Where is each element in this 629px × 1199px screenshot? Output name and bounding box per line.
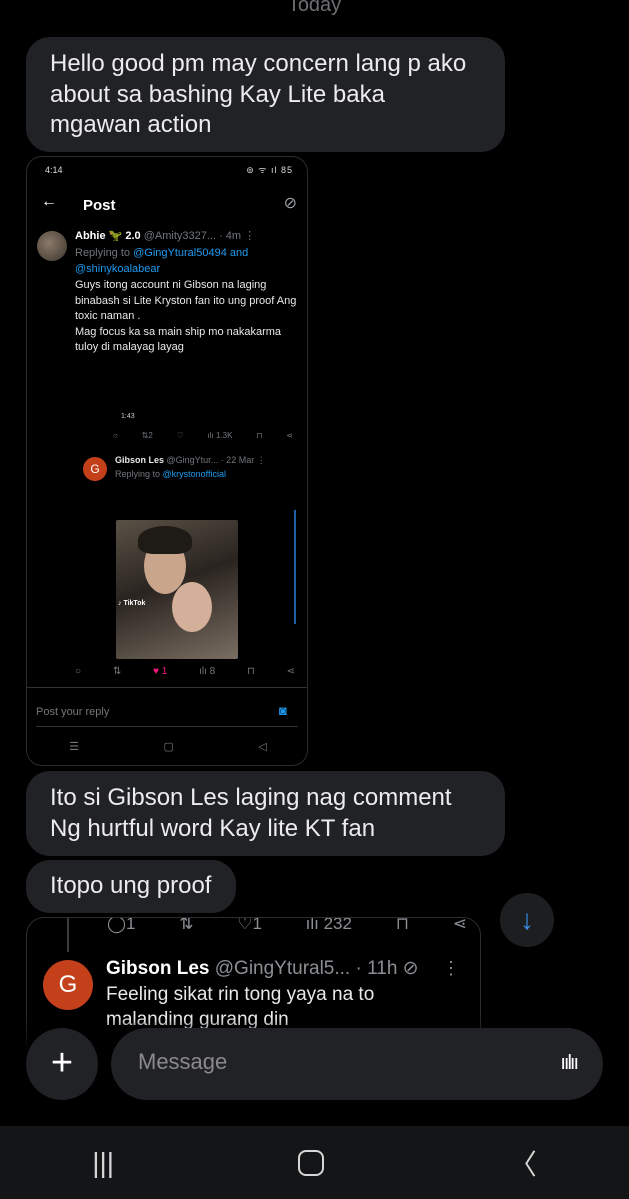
home-icon: ▢ (163, 741, 174, 753)
back-arrow-icon: ← (41, 193, 57, 210)
attach-button[interactable]: + (26, 1028, 98, 1100)
screenshot-nav-bar: ☰ ▢ ◁ (27, 740, 307, 753)
views-count: ılı 8 (199, 666, 216, 677)
message-text: Hello good pm may concern lang p ako abo… (50, 50, 467, 138)
back-button[interactable]: 〈 (509, 1143, 537, 1183)
avatar: G (83, 457, 107, 481)
reply-field-placeholder: Post your reply (36, 706, 110, 718)
author-handle: @GingYtural5... · 11h (214, 958, 398, 979)
message-field[interactable]: ıılıı (111, 1028, 603, 1100)
message-text: Itopo ung proof (50, 872, 212, 899)
author-handle: @Amity3327... · 4m (143, 230, 242, 242)
like-icon: ♡ (176, 431, 184, 440)
avatar (37, 231, 67, 261)
tweet-author: Abhie 🦖 2.0 @Amity3327... · 4m ⋮ (75, 229, 255, 242)
arrow-down-icon: ↓ (520, 904, 534, 935)
bookmark-icon: ⊓ (256, 431, 263, 440)
replying-to: Replying to @krystonofficial (115, 469, 226, 479)
like-count: ♥ 1 (153, 666, 168, 677)
more-icon: ⋮ (442, 958, 460, 978)
views-count: ılı 1.3K (207, 431, 233, 440)
bookmark-icon: ⊓ (395, 917, 409, 933)
replying-prefix: Replying to (115, 469, 163, 479)
thread-line (67, 918, 69, 952)
video-duration: 1:43 (121, 413, 135, 420)
reply-icon: ○ (113, 431, 118, 440)
message-input[interactable] (136, 1048, 520, 1076)
more-icon: ⋮ (244, 230, 256, 242)
tweet-author: Gibson Les @GingYtur... · 22 Mar ⋮ (115, 455, 266, 466)
share-icon: ⋖ (286, 431, 293, 440)
replying-to: Replying to @GingYtural50494 and @shinyk… (75, 245, 295, 277)
back-icon: ◁ (258, 741, 267, 753)
replying-prefix: Replying to (75, 247, 134, 259)
plus-icon: + (50, 1042, 74, 1084)
scroll-to-bottom-button[interactable]: ↓ (500, 893, 554, 947)
message-bubble[interactable]: Itopo ung proof (26, 860, 236, 913)
author-name: Abhie 🦖 2.0 (75, 230, 141, 242)
status-time: 4:14 (45, 165, 63, 175)
message-text: Ito si Gibson Les laging nag comment Ng … (50, 784, 452, 842)
message-bubble[interactable]: Hello good pm may concern lang p ako abo… (26, 37, 505, 152)
home-button[interactable] (298, 1149, 325, 1176)
date-separator: Today (287, 0, 342, 16)
bookmark-icon: ⊓ (246, 666, 255, 677)
tweet-actions: ○ ⇅ ♥ 1 ılı 8 ⊓ ⋖ (75, 666, 295, 677)
like-count: ♡1 (237, 917, 262, 933)
status-icons: ⊚ ᯤ ıl 85 (246, 165, 293, 175)
post-header-title: Post (83, 197, 116, 214)
system-nav-bar: ||| 〈 (0, 1126, 629, 1199)
menu-icon: ☰ (69, 741, 80, 753)
person-figure (172, 582, 212, 632)
grok-icon: ⊘ (283, 195, 297, 212)
tweet-actions: ○ ⇅2 ♡ ılı 1.3K ⊓ ⋖ (113, 431, 293, 440)
recents-button[interactable]: ||| (92, 1147, 114, 1179)
divider (27, 687, 307, 688)
views-count: ılı 232 (305, 917, 352, 933)
tweet-body: Guys itong account ni Gibson na laging b… (75, 279, 297, 353)
repost-count: ⇅2 (141, 431, 153, 440)
tweet-author: Gibson Les @GingYtural5... · 11h ⊘ (106, 957, 419, 980)
share-icon: ⋖ (286, 666, 295, 677)
repost-icon: ⇅ (112, 666, 122, 677)
reply-count: ◯1 (107, 917, 136, 933)
person-hair (138, 526, 192, 554)
thread-line (294, 510, 296, 624)
author-name: Gibson Les (106, 958, 210, 979)
voice-message-icon[interactable]: ıılıı (560, 1052, 579, 1075)
repost-icon: ⇅ (179, 917, 194, 933)
author-name: Gibson Les (115, 455, 165, 465)
screenshot-attachment[interactable]: 4:14 ⊚ ᯤ ıl 85 ← Post ⊘ Abhie 🦖 2.0 @Ami… (26, 156, 308, 766)
message-bubble[interactable]: Ito si Gibson Les laging nag comment Ng … (26, 771, 505, 856)
reply-icon: ○ (75, 666, 82, 677)
tiktok-watermark: ♪ TikTok (118, 600, 146, 607)
replying-handles: @krystonofficial (162, 469, 227, 479)
share-icon: ⋖ (452, 917, 467, 933)
camera-icon: ◙ (279, 703, 287, 718)
video-thumbnail: ♪ TikTok (116, 520, 238, 659)
more-icon: ⋮ (256, 455, 266, 465)
tweet-actions: ◯1 ⇅ ♡1 ılı 232 ⊓ ⋖ (107, 917, 467, 934)
divider (36, 726, 298, 727)
grok-icon: ⊘ (402, 958, 419, 979)
avatar: G (43, 960, 93, 1010)
author-handle: @GingYtur... · 22 Mar (166, 455, 255, 465)
